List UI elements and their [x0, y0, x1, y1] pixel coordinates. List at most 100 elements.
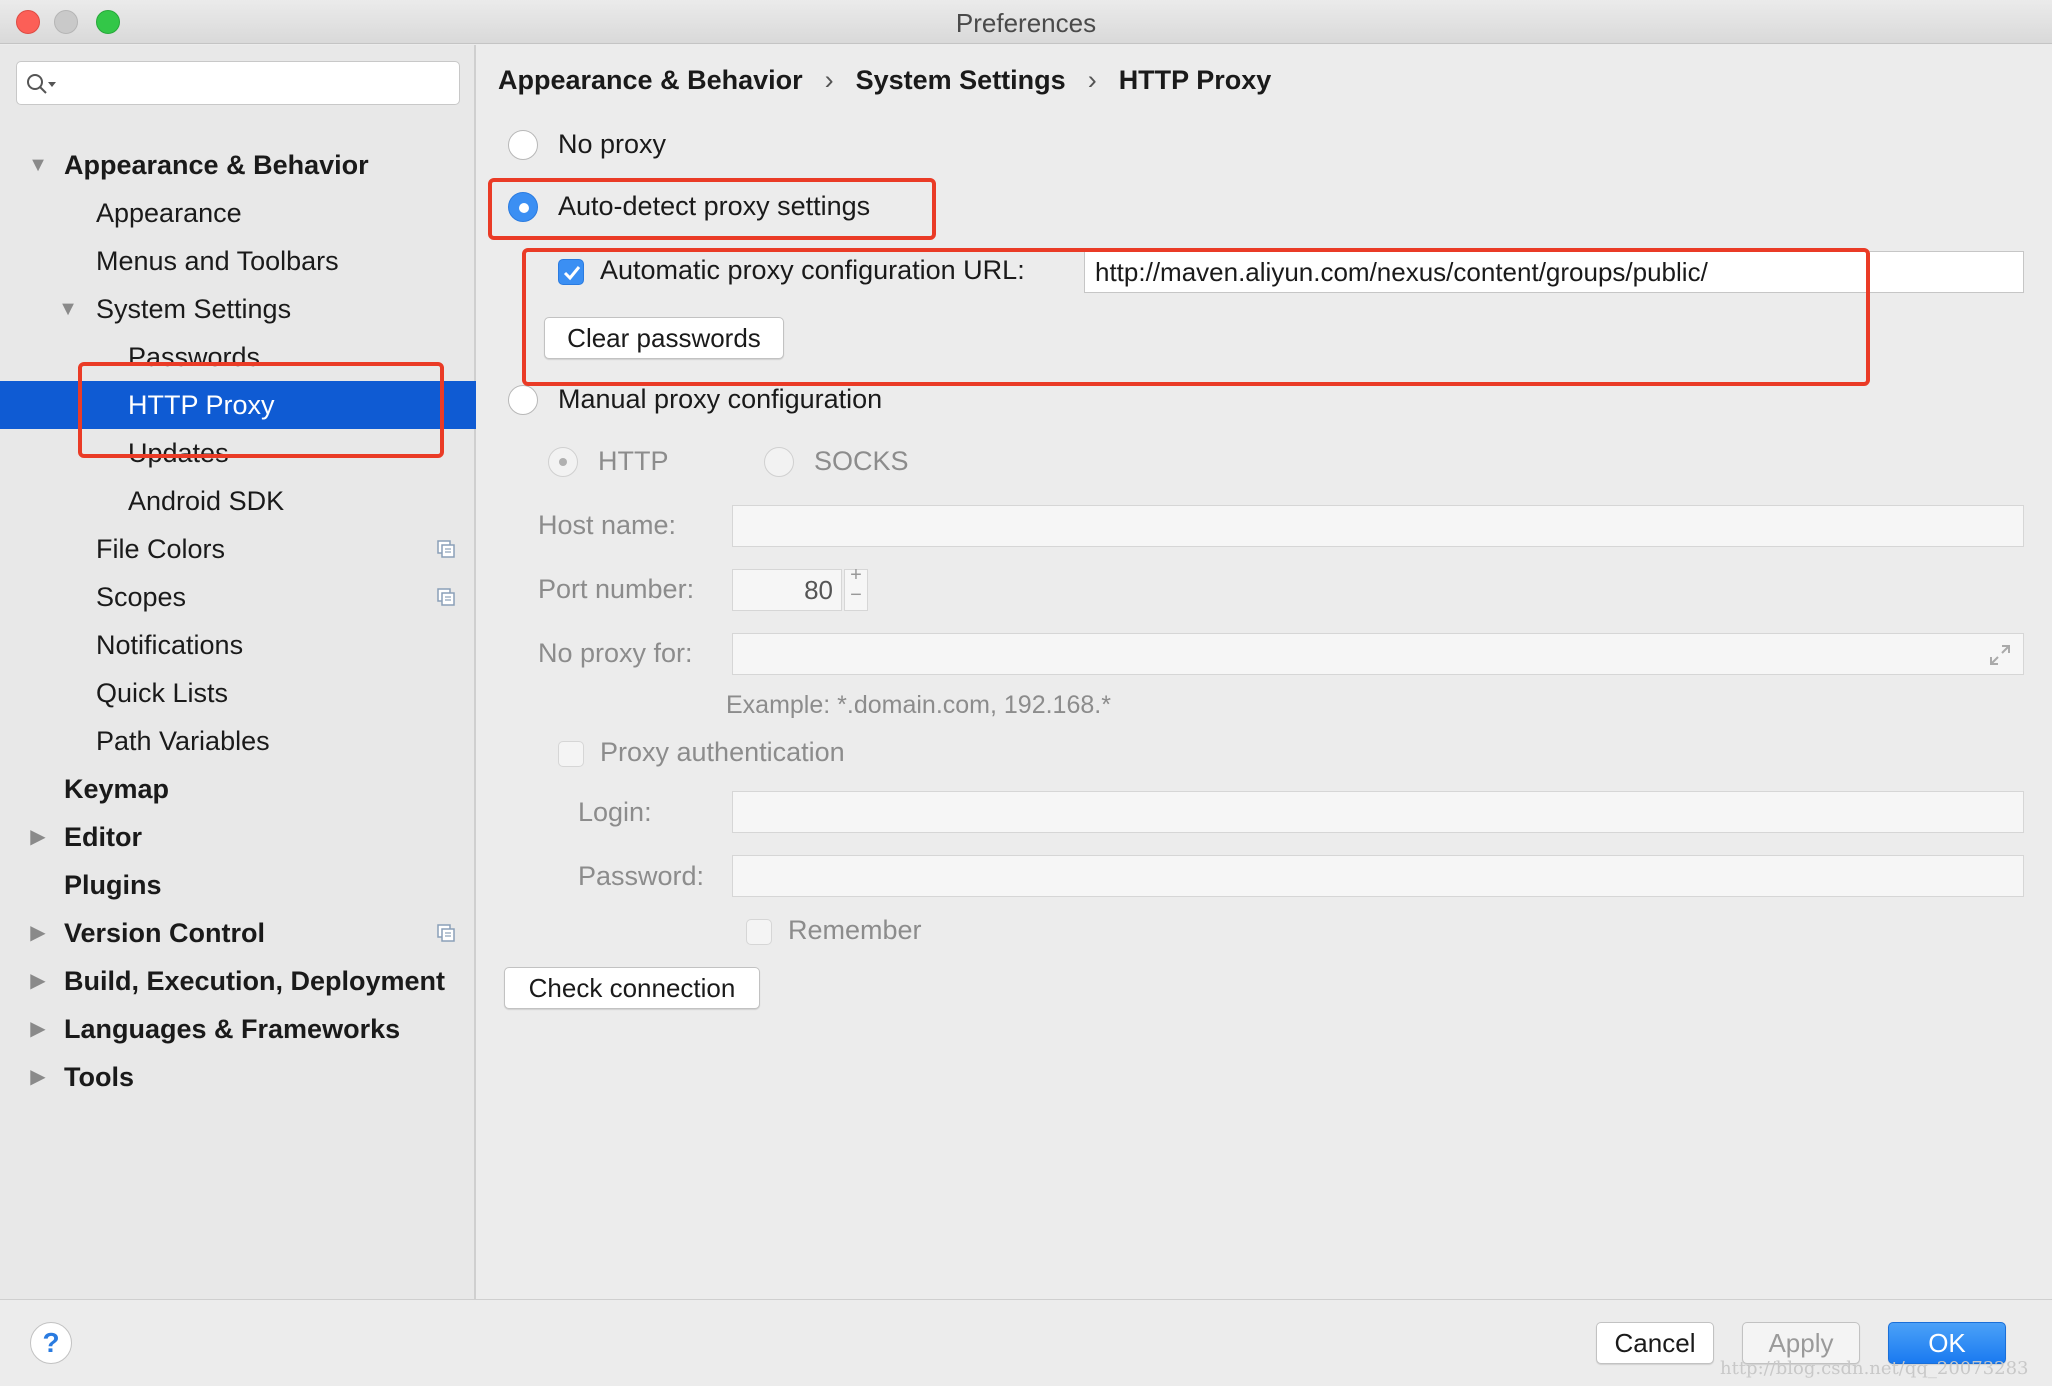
- socks-label[interactable]: SOCKS: [814, 446, 909, 477]
- sidebar-item-version-control[interactable]: ▶ Version Control: [0, 909, 476, 957]
- sidebar-item-file-colors[interactable]: File Colors: [0, 525, 476, 573]
- no-proxy-radio[interactable]: [508, 130, 538, 160]
- preferences-window: Preferences ▼ Appearance & Behavior Appe…: [0, 0, 2052, 1386]
- auto-config-url-field[interactable]: http://maven.aliyun.com/nexus/content/gr…: [1084, 251, 2024, 293]
- sidebar-item-path-variables[interactable]: Path Variables: [0, 717, 476, 765]
- sidebar-item-label: Version Control: [64, 918, 266, 948]
- checkmark-icon: [563, 266, 581, 281]
- sidebar-item-http-proxy[interactable]: HTTP Proxy: [0, 381, 476, 429]
- help-button[interactable]: ?: [30, 1322, 72, 1364]
- chevron-down-icon[interactable]: ▼: [58, 285, 78, 333]
- sidebar-item-label: Passwords: [128, 342, 261, 372]
- search-input[interactable]: [63, 66, 453, 100]
- chevron-right-icon[interactable]: ▶: [28, 1053, 48, 1101]
- login-field[interactable]: [732, 791, 2024, 833]
- sidebar-item-label: Plugins: [64, 870, 162, 900]
- host-name-label: Host name:: [538, 510, 677, 540]
- http-proxy-panel: Appearance & Behavior › System Settings › HT…: [478, 45, 2052, 1299]
- auto-detect-radio[interactable]: [508, 192, 538, 222]
- sidebar-item-editor[interactable]: ▶ Editor: [0, 813, 476, 861]
- sidebar-item-label: Scopes: [96, 582, 187, 612]
- window-title: Preferences: [955, 8, 1097, 38]
- project-level-icon: [437, 588, 455, 606]
- sidebar-item-label: Languages & Frameworks: [64, 1014, 401, 1044]
- chevron-right-icon[interactable]: ▶: [28, 957, 48, 1005]
- remember-checkbox[interactable]: [746, 919, 772, 945]
- project-level-icon: [437, 540, 455, 558]
- no-proxy-label[interactable]: No proxy: [558, 129, 666, 160]
- clear-passwords-button[interactable]: Clear passwords: [544, 317, 784, 359]
- http-radio[interactable]: [548, 447, 578, 477]
- sidebar: ▼ Appearance & Behavior Appearance Menus…: [0, 45, 476, 1299]
- proxy-auth-checkbox[interactable]: [558, 741, 584, 767]
- sidebar-item-label: Quick Lists: [96, 678, 229, 708]
- sidebar-item-label: File Colors: [96, 534, 226, 564]
- sidebar-item-passwords[interactable]: Passwords: [0, 333, 476, 381]
- sidebar-item-label: Appearance: [96, 198, 242, 228]
- sidebar-item-updates[interactable]: Updates: [0, 429, 476, 477]
- breadcrumb-item[interactable]: Appearance & Behavior: [498, 65, 803, 95]
- cancel-button[interactable]: Cancel: [1596, 1322, 1714, 1364]
- dialog-footer: ? Cancel Apply OK http://blog.csdn.net/q…: [0, 1299, 2052, 1386]
- sidebar-item-appearance[interactable]: Appearance: [0, 189, 476, 237]
- manual-proxy-label[interactable]: Manual proxy configuration: [558, 384, 882, 415]
- sidebar-item-label: Notifications: [96, 630, 244, 660]
- sidebar-item-label: Path Variables: [96, 726, 270, 756]
- port-number-stepper[interactable]: + −: [844, 564, 868, 611]
- stepper-minus-icon[interactable]: −: [845, 584, 867, 607]
- expand-icon[interactable]: [1988, 643, 2012, 667]
- password-field[interactable]: [732, 855, 2024, 897]
- breadcrumb-item: HTTP Proxy: [1118, 65, 1272, 95]
- breadcrumb-item[interactable]: System Settings: [856, 65, 1066, 95]
- host-name-field[interactable]: [732, 505, 2024, 547]
- no-proxy-for-label: No proxy for:: [538, 638, 693, 668]
- sidebar-item-keymap[interactable]: Keymap: [0, 765, 476, 813]
- auto-detect-label[interactable]: Auto-detect proxy settings: [558, 191, 870, 222]
- sidebar-item-notifications[interactable]: Notifications: [0, 621, 476, 669]
- sidebar-item-languages-frameworks[interactable]: ▶ Languages & Frameworks: [0, 1005, 476, 1053]
- project-level-icon: [437, 924, 455, 942]
- sidebar-item-appearance-behavior[interactable]: ▼ Appearance & Behavior: [0, 141, 476, 189]
- socks-radio[interactable]: [764, 447, 794, 477]
- no-proxy-example-text: Example: *.domain.com, 192.168.*: [726, 691, 1111, 719]
- sidebar-item-label: Build, Execution, Deployment: [64, 966, 446, 996]
- sidebar-item-label: Updates: [128, 438, 229, 468]
- login-label: Login:: [578, 797, 652, 827]
- auto-config-url-checkbox[interactable]: [558, 259, 584, 285]
- sidebar-item-plugins[interactable]: Plugins: [0, 861, 476, 909]
- auto-config-url-label[interactable]: Automatic proxy configuration URL:: [600, 255, 1025, 286]
- breadcrumb-separator: ›: [824, 65, 834, 95]
- sidebar-item-label: Menus and Toolbars: [96, 246, 339, 276]
- check-connection-button[interactable]: Check connection: [504, 967, 760, 1009]
- sidebar-item-tools[interactable]: ▶ Tools: [0, 1053, 476, 1101]
- breadcrumb: Appearance & Behavior › System Settings › HT…: [498, 65, 1271, 96]
- sidebar-item-system-settings[interactable]: ▼ System Settings: [0, 285, 476, 333]
- search-box[interactable]: [16, 61, 460, 105]
- sidebar-item-label: Android SDK: [128, 486, 285, 516]
- chevron-right-icon[interactable]: ▶: [28, 813, 48, 861]
- sidebar-item-scopes[interactable]: Scopes: [0, 573, 476, 621]
- title-bar: Preferences: [0, 0, 2052, 44]
- sidebar-item-label: HTTP Proxy: [128, 390, 275, 420]
- sidebar-item-quick-lists[interactable]: Quick Lists: [0, 669, 476, 717]
- sidebar-item-label: Editor: [64, 822, 142, 852]
- remember-label[interactable]: Remember: [788, 915, 922, 946]
- sidebar-item-label: Keymap: [64, 774, 170, 804]
- chevron-right-icon[interactable]: ▶: [28, 1005, 48, 1053]
- breadcrumb-separator: ›: [1087, 65, 1097, 95]
- proxy-auth-label[interactable]: Proxy authentication: [600, 737, 845, 768]
- watermark: http://blog.csdn.net/qq_20073283: [1720, 1358, 2029, 1379]
- chevron-right-icon[interactable]: ▶: [28, 909, 48, 957]
- manual-proxy-radio[interactable]: [508, 385, 538, 415]
- no-proxy-for-field[interactable]: [732, 633, 2024, 675]
- sidebar-item-android-sdk[interactable]: Android SDK: [0, 477, 476, 525]
- http-label[interactable]: HTTP: [598, 446, 669, 477]
- sidebar-item-build-execution-deployment[interactable]: ▶ Build, Execution, Deployment: [0, 957, 476, 1005]
- sidebar-item-label: Appearance & Behavior: [64, 150, 369, 180]
- password-label: Password:: [578, 861, 705, 891]
- sidebar-item-label: Tools: [64, 1062, 134, 1092]
- sidebar-item-menus-toolbars[interactable]: Menus and Toolbars: [0, 237, 476, 285]
- port-number-field[interactable]: 80: [732, 569, 842, 611]
- sidebar-item-label: System Settings: [96, 294, 292, 324]
- chevron-down-icon[interactable]: ▼: [28, 141, 48, 189]
